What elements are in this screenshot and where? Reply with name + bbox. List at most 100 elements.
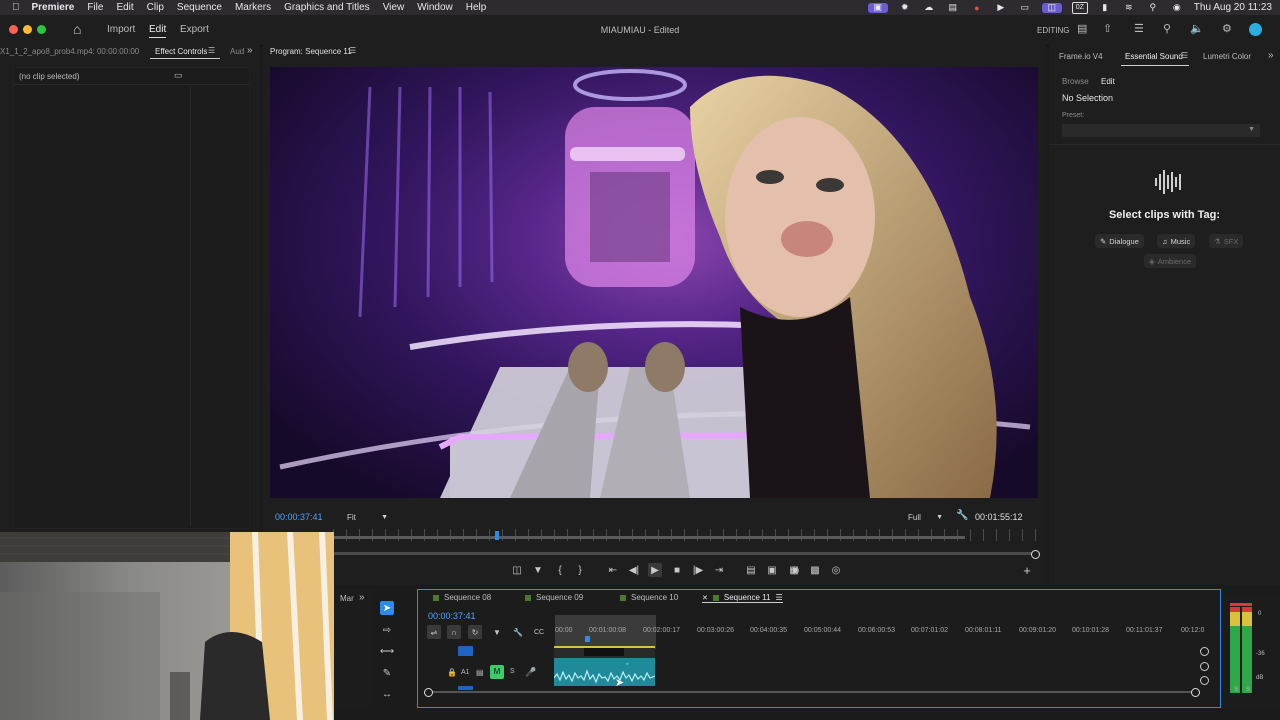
panel-overflow-icon[interactable]: »	[359, 592, 365, 603]
tab-sequence-11[interactable]: ✕ Sequence 11 ☰	[702, 593, 783, 603]
program-title[interactable]: Program: Sequence 11	[270, 47, 352, 56]
tag-sfx-button[interactable]: ⚗ SFX	[1209, 234, 1244, 248]
comparison-view-icon[interactable]: ▩	[808, 563, 822, 577]
timeline-scroll-start[interactable]	[424, 688, 433, 697]
program-current-time[interactable]: 00:00:37:41	[275, 512, 323, 522]
search-icon[interactable]: ⚲	[1146, 2, 1160, 13]
stop-icon[interactable]: ■	[670, 563, 684, 577]
avatar[interactable]	[1249, 23, 1262, 36]
sync-lock-icon[interactable]: ▤	[476, 668, 484, 677]
panel-menu-icon[interactable]: ☰	[208, 46, 215, 55]
selection-tool-icon[interactable]: ➤	[380, 601, 394, 615]
audio-clip[interactable]: ◦	[553, 658, 656, 686]
add-button-icon[interactable]: +	[1020, 563, 1034, 578]
mark-in-icon[interactable]: {	[553, 563, 567, 577]
track-target-a1[interactable]	[458, 686, 473, 690]
go-to-in-icon[interactable]: ⇤	[606, 563, 620, 577]
close-tab-icon[interactable]: ✕	[702, 594, 708, 602]
menu-clip[interactable]: Clip	[147, 2, 164, 13]
play-icon[interactable]: ▶	[648, 563, 662, 577]
quality-dropdown[interactable]: Full ▼	[904, 510, 946, 524]
control-center-icon[interactable]: ◉	[1170, 2, 1184, 13]
tab-effect-controls[interactable]: Effect Controls	[155, 47, 207, 56]
lift-icon[interactable]: ◫	[510, 563, 524, 577]
track-a1-label[interactable]: A1	[461, 669, 470, 676]
workspaces-icon[interactable]: ▤	[1077, 22, 1087, 35]
video-frame[interactable]	[270, 67, 1038, 498]
share-icon[interactable]: ⇧	[1103, 22, 1112, 35]
volume-icon[interactable]: 🔈	[1190, 22, 1204, 35]
razor-tool-icon[interactable]: ✎	[380, 666, 394, 680]
search-help-icon[interactable]: ⚲	[1163, 22, 1171, 35]
notifications-icon[interactable]: ⚙	[1222, 22, 1232, 35]
tag-music-button[interactable]: ♫ Music	[1157, 234, 1196, 248]
menu-edit[interactable]: Edit	[116, 2, 133, 13]
voiceover-mic-icon[interactable]: 🎤	[525, 667, 536, 678]
tab-sequence-09[interactable]: Sequence 09	[525, 593, 583, 602]
overwrite-icon[interactable]: ▣	[765, 563, 779, 577]
menu-app-name[interactable]: Premiere	[32, 2, 75, 13]
linked-selection-icon[interactable]: ↻	[468, 625, 482, 639]
step-back-icon[interactable]: ◀|	[627, 563, 641, 577]
menu-graphics[interactable]: Graphics and Titles	[284, 2, 370, 13]
panel-overflow-icon[interactable]: »	[247, 45, 253, 56]
preset-dropdown[interactable]: ▼	[1062, 124, 1260, 137]
timeline-playhead[interactable]	[585, 636, 590, 642]
subtab-edit[interactable]: Edit	[1101, 77, 1115, 86]
brightness-icon[interactable]: ✹	[898, 2, 912, 13]
solo-button[interactable]: S	[510, 668, 515, 675]
mute-button[interactable]: M	[490, 665, 504, 679]
captions-icon[interactable]: CC	[532, 625, 546, 639]
workspace-label[interactable]: EDITING	[1037, 26, 1069, 35]
menu-sequence[interactable]: Sequence	[177, 2, 222, 13]
add-marker-icon[interactable]: ▼	[531, 563, 545, 577]
settings-wrench-icon[interactable]: 🔧	[956, 510, 968, 521]
track-height-handle[interactable]	[1200, 662, 1209, 671]
window-icon[interactable]: ▭	[1018, 2, 1032, 13]
step-forward-icon[interactable]: |▶	[691, 563, 705, 577]
program-scrub-ruler[interactable]	[333, 529, 1038, 541]
time-ruler[interactable]: 00:00 00:01:00:08 00:02:00:17 00:03:00:2…	[555, 615, 1205, 649]
program-menu-icon[interactable]: ☰	[349, 46, 356, 55]
track-select-icon[interactable]: ⇨	[380, 623, 394, 637]
program-playhead[interactable]	[495, 531, 499, 540]
solo-left-button[interactable]: S	[1234, 687, 1238, 693]
add-marker-icon[interactable]: ▼	[490, 625, 504, 639]
tag-ambience-button[interactable]: ◈ Ambience	[1144, 254, 1197, 268]
menu-file[interactable]: File	[87, 2, 103, 13]
play-circle-icon[interactable]: ▶	[994, 2, 1008, 13]
lock-track-icon[interactable]: 🔒	[447, 668, 457, 677]
track-target-v1[interactable]	[458, 646, 473, 656]
tab-sequence-08[interactable]: Sequence 08	[433, 593, 491, 602]
source-clip-tab[interactable]: X1_1_2_apo8_prob4.mp4: 00:00:00:00	[0, 47, 139, 56]
mirror-icon[interactable]: ◫	[1041, 2, 1062, 13]
screen-share-icon[interactable]: ▣	[867, 2, 888, 13]
wifi-icon[interactable]: ≋	[1122, 2, 1136, 13]
tag-dialogue-button[interactable]: ✎ Dialogue	[1095, 234, 1144, 248]
nest-icon[interactable]: ⇌	[427, 625, 441, 639]
video-clip[interactable]	[554, 646, 655, 658]
menu-markers[interactable]: Markers	[235, 2, 271, 13]
drive-icon[interactable]: ▤	[946, 2, 960, 13]
panel-menu-icon[interactable]: ☰	[1181, 51, 1188, 60]
zoom-scrollbar-handle[interactable]	[1031, 550, 1040, 559]
tab-lumetri-color[interactable]: Lumetri Color	[1203, 52, 1251, 61]
menu-view[interactable]: View	[383, 2, 405, 13]
snap-icon[interactable]: ∩	[447, 625, 461, 639]
tab-audio[interactable]: Aud	[230, 47, 244, 56]
settings-wrench-icon[interactable]: 🔧	[511, 625, 525, 639]
tab-sequence-10[interactable]: Sequence 10	[620, 593, 678, 602]
go-to-out-icon[interactable]: ⇥	[712, 563, 726, 577]
battery-icon[interactable]: ▮	[1098, 2, 1112, 13]
record-icon[interactable]: ●	[970, 3, 984, 13]
clock[interactable]: Thu Aug 20 11:23	[1194, 2, 1272, 13]
cloud-icon[interactable]: ☁	[922, 2, 936, 13]
track-height-handle[interactable]	[1200, 647, 1209, 656]
timeline-timecode[interactable]: 00:00:37:41	[428, 611, 476, 621]
subtab-browse[interactable]: Browse	[1062, 77, 1089, 86]
markers-tab[interactable]: Mar	[340, 594, 354, 603]
zoom-scrollbar[interactable]	[333, 552, 1035, 555]
quick-menu-icon[interactable]: ☰	[1134, 22, 1144, 35]
menu-window[interactable]: Window	[417, 2, 453, 13]
toggle-timeline-icon[interactable]: ▭	[174, 70, 183, 81]
